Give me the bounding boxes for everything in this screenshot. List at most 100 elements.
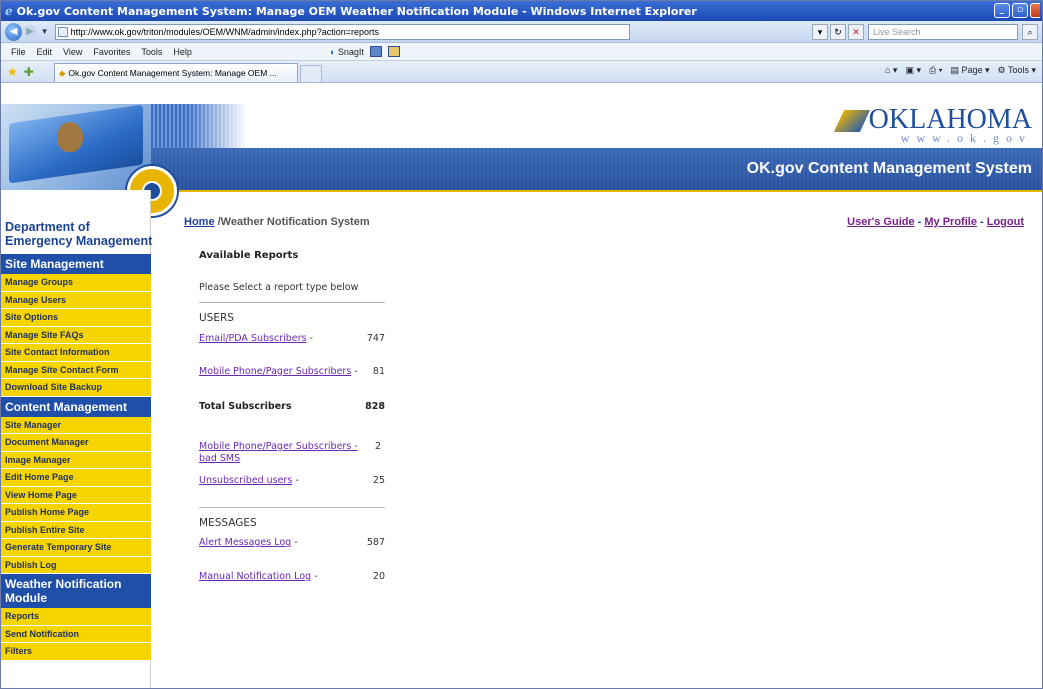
sidebar-item-publish-home[interactable]: Publish Home Page [1,504,151,522]
users-section-label: USERS [199,312,234,324]
maximize-button[interactable]: ▫ [1012,3,1028,18]
sidebar-item-send-notification[interactable]: Send Notification [1,625,151,643]
sidebar-item-site-backup[interactable]: Download Site Backup [1,379,151,397]
sidebar-item-publish-site[interactable]: Publish Entire Site [1,521,151,539]
sidebar-item-document-manager[interactable]: Document Manager [1,434,151,452]
back-button[interactable]: ◀ [5,22,23,41]
print-icon[interactable]: ⎙ ▾ [929,65,942,76]
new-tab-button[interactable] [299,65,322,82]
heading-site-management: Site Management [1,254,151,274]
sidebar-item-manage-users[interactable]: Manage Users [1,291,151,309]
dept-line2: Emergency Management [5,234,153,248]
feeds-icon[interactable]: ▣ ▾ [905,65,921,76]
url-field[interactable]: http://www.ok.gov/triton/modules/OEM/WNM… [54,23,630,40]
menu-help[interactable]: Help [173,47,192,57]
breadcrumb: Home /Weather Notification System [184,216,370,228]
close-button[interactable] [1030,3,1040,18]
heading-weather-module: Weather Notification Module [1,574,151,608]
messages-section-label: MESSAGES [199,517,257,529]
web-page: OKLAHOMA www.ok.gov OK.gov Content Manag… [1,104,1042,688]
alert-log-count: 587 [366,537,385,548]
report-row-total: Total Subscribers 828 [199,401,385,413]
refresh-icon[interactable]: ↻ [830,23,846,40]
sidebar-item-view-home[interactable]: View Home Page [1,486,151,504]
sidebar-item-manage-groups[interactable]: Manage Groups [1,274,151,292]
sidebar-item-contact-form[interactable]: Manage Site Contact Form [1,361,151,379]
unsubscribed-link[interactable]: Unsubscribed users [199,475,292,486]
window-controls: _ ▫ [994,3,1040,18]
row-dash: - [351,366,358,377]
sidebar-item-filters[interactable]: Filters [1,643,151,661]
logout-link[interactable]: Logout [987,216,1024,228]
email-subscribers-count: 747 [366,333,385,344]
menu-edit[interactable]: Edit [37,47,53,57]
menu-favorites[interactable]: Favorites [93,47,130,57]
forward-button[interactable]: ▶ [23,24,37,39]
email-subscribers-link[interactable]: Email/PDA Subscribers [199,333,306,344]
url-text: http://www.ok.gov/triton/modules/OEM/WNM… [70,26,379,37]
title-bar: ℯ Ok.gov Content Management System: Mana… [1,1,1042,21]
breadcrumb-current: /Weather Notification System [217,216,370,228]
report-row-mobile: Mobile Phone/Pager Subscribers - 81 [199,366,385,378]
mobile-subscribers-link[interactable]: Mobile Phone/Pager Subscribers [199,366,351,377]
breadcrumb-home-link[interactable]: Home [184,216,215,228]
command-bar: ⌂ ▾ ▣ ▾ ⎙ ▾ ▤ Page ▾ ⚙ Tools ▾ [885,65,1036,76]
users-guide-link[interactable]: User's Guide [847,216,914,228]
search-icon[interactable]: ⌕ [1022,23,1038,40]
tab-bar: ★ ✚ ◆ Ok.gov Content Management System: … [1,61,1042,83]
menu-tools[interactable]: Tools [141,47,162,57]
divider [199,507,385,508]
sidebar-item-temp-site[interactable]: Generate Temporary Site [1,539,151,557]
tools-menu[interactable]: ⚙ Tools ▾ [998,65,1036,76]
row-dash: - [306,333,313,344]
address-dropdown-icon[interactable]: ▾ [812,23,828,40]
site-banner: OKLAHOMA www.ok.gov OK.gov Content Manag… [1,104,1042,216]
address-bar: ◀ ▶ ▼ http://www.ok.gov/triton/modules/O… [1,21,1042,43]
snagit-edit-icon[interactable] [387,46,400,57]
add-favorite-icon[interactable]: ✚ [24,65,34,79]
menu-file[interactable]: File [11,47,26,57]
sidebar-item-site-faqs[interactable]: Manage Site FAQs [1,326,151,344]
manual-log-link[interactable]: Manual Notification Log [199,571,311,582]
snagit-icon: ◐ [329,46,336,57]
sidebar-item-reports[interactable]: Reports [1,608,151,626]
oklahoma-logo[interactable]: OKLAHOMA www.ok.gov [833,106,1032,146]
snagit-toolbar: ◐ SnagIt [330,46,400,57]
stop-icon[interactable]: ✕ [848,23,864,40]
menu-bar: File Edit View Favorites Tools Help ◐ Sn… [1,43,1042,61]
snagit-label: SnagIt [337,46,364,57]
unsubscribed-count: 25 [372,475,385,486]
sidebar-item-contact-info[interactable]: Site Contact Information [1,344,151,362]
sidebar-item-publish-log[interactable]: Publish Log [1,556,151,574]
home-icon[interactable]: ⌂ ▾ [885,65,897,76]
report-row-alerts: Alert Messages Log - 587 [199,537,385,549]
site-title: OK.gov Content Management System [746,160,1032,177]
sidebar-item-edit-home[interactable]: Edit Home Page [1,469,151,487]
row-dash: - [311,571,318,582]
ie-logo-icon: ℯ [5,4,13,18]
page-menu[interactable]: ▤ Page ▾ [950,65,989,76]
reports-panel: Available Reports Please Select a report… [199,250,389,583]
search-input[interactable]: Live Search [868,23,1018,40]
user-links: User's Guide - My Profile - Logout [847,216,1024,228]
sidebar-item-site-manager[interactable]: Site Manager [1,416,151,434]
divider [199,302,385,303]
minimize-button[interactable]: _ [994,3,1010,18]
tools-menu-label: Tools [1007,65,1029,75]
bad-sms-count: 2 [374,441,381,452]
alert-log-link[interactable]: Alert Messages Log [199,537,291,548]
favorites-star-icon[interactable]: ★ [7,65,18,79]
my-profile-link[interactable]: My Profile [924,216,977,228]
window-title: Ok.gov Content Management System: Manage… [16,4,697,18]
snagit-capture-icon[interactable] [369,46,382,57]
link-separator: - [976,216,987,228]
menu-view[interactable]: View [63,47,82,57]
sidebar-item-site-options[interactable]: Site Options [1,309,151,327]
snagit-button[interactable]: ◐ SnagIt [330,47,364,57]
tab-current[interactable]: ◆ Ok.gov Content Management System: Mana… [53,63,298,82]
history-dropdown-icon[interactable]: ▼ [41,27,49,36]
sidebar-item-image-manager[interactable]: Image Manager [1,451,151,469]
total-subscribers-label: Total Subscribers [199,401,292,412]
dept-line1: Department of [5,220,90,234]
bad-sms-link[interactable]: Mobile Phone/Pager Subscribers - bad SMS [199,441,358,464]
